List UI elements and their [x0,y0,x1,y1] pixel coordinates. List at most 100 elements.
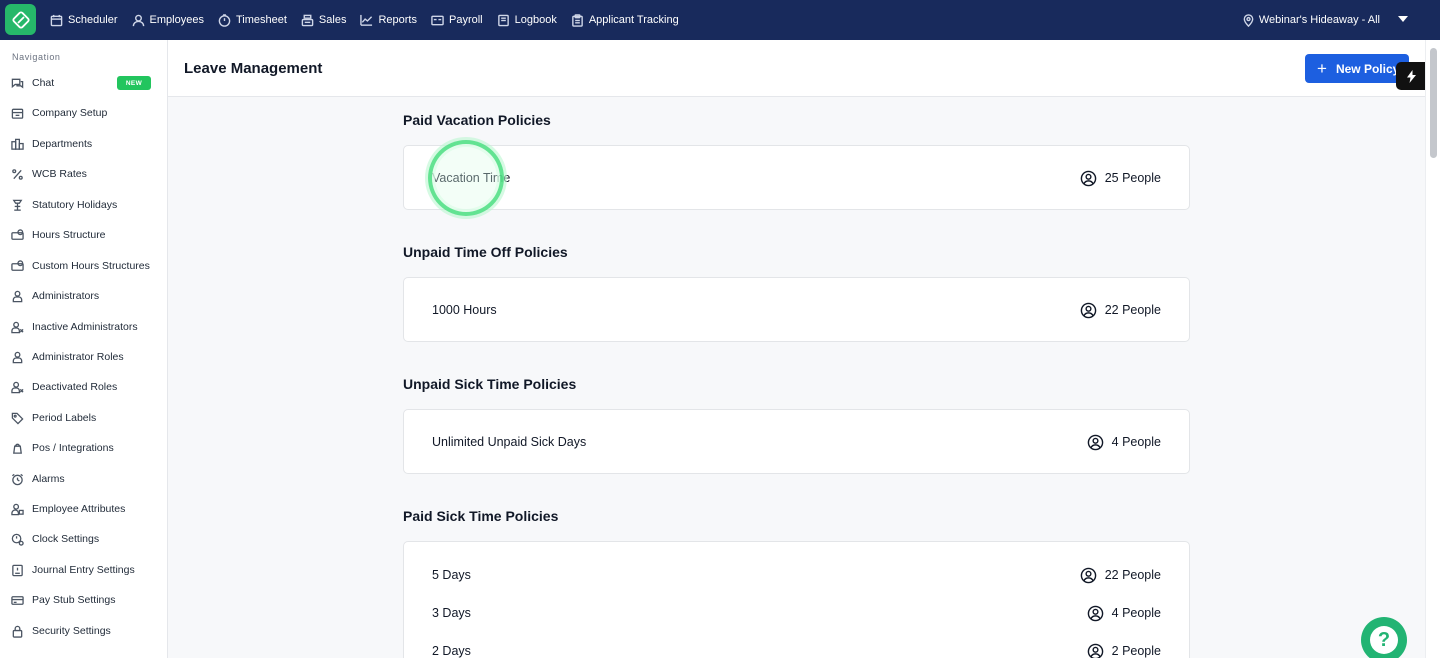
sidebar-item-administrator-roles[interactable]: Administrator Roles [0,343,167,371]
user-circle-icon [1080,170,1096,186]
nav-label: Scheduler [68,14,118,26]
sidebar-item-label: Journal Entry Settings [32,564,135,576]
departments-icon [11,138,24,150]
policy-row[interactable]: 3 Days 4 People [404,594,1189,632]
attributes-icon [11,503,24,515]
sidebar: Navigation Chat NEW Company Setup Depart… [0,40,168,658]
nav-scheduler[interactable]: Scheduler [50,0,118,40]
policy-name: Unlimited Unpaid Sick Days [432,435,587,449]
nav-label: Timesheet [235,14,287,26]
sidebar-title: Navigation [12,52,61,62]
sidebar-item-administrators[interactable]: Administrators [0,282,167,310]
custom-hours-icon [11,259,24,271]
nav-employees[interactable]: Employees [132,0,204,40]
lightning-icon[interactable] [1396,62,1426,90]
sidebar-item-label: Pay Stub Settings [32,594,116,606]
new-policy-button[interactable]: + New Policy [1305,54,1409,83]
main-nav: Scheduler Employees Timesheet Sales Repo… [50,0,693,40]
nav-timesheet[interactable]: Timesheet [218,0,287,40]
sidebar-item-label: Company Setup [32,107,108,119]
location-selector[interactable]: Webinar's Hideaway - All [1242,0,1408,40]
policy-row[interactable]: 2 Days 2 People [404,632,1189,658]
nav-label: Employees [149,14,204,26]
integration-icon [13,443,22,454]
sidebar-item-hours-structure[interactable]: Hours Structure [0,221,167,249]
nav-sales[interactable]: Sales [301,0,346,40]
sidebar-item-deactivated-roles[interactable]: Deactivated Roles [0,373,167,401]
plus-icon: + [1317,59,1327,78]
section-title-unpaid-time-off: Unpaid Time Off Policies [403,244,568,260]
sidebar-item-label: Departments [32,138,93,150]
policy-row[interactable]: Vacation Time 25 People [404,159,1189,197]
nav-applicant-tracking[interactable]: Applicant Tracking [571,0,679,40]
people-count: 22 People [1080,302,1161,319]
section-title-paid-vacation: Paid Vacation Policies [403,112,551,128]
sidebar-item-label: Custom Hours Structures [32,260,150,272]
policy-row[interactable]: 1000 Hours 22 People [404,291,1189,329]
deactivated-role-icon [11,381,24,393]
policy-name: 5 Days [432,568,471,582]
page-scrollbar[interactable] [1425,40,1440,658]
nav-logbook[interactable]: Logbook [497,0,557,40]
sidebar-item-period-labels[interactable]: Period Labels [0,404,167,432]
page-title: Leave Management [184,60,323,77]
register-icon [301,14,314,26]
policy-row[interactable]: Unlimited Unpaid Sick Days 4 People [404,423,1189,461]
payroll-icon [431,15,444,25]
user-circle-icon [1087,643,1103,658]
map-pin-icon [1243,13,1254,27]
user-circle-icon [1080,567,1096,583]
sidebar-item-journal-entry-settings[interactable]: Journal Entry Settings [0,556,167,584]
app-logo[interactable] [5,4,36,35]
admin-icon [12,290,23,302]
sidebar-item-pos-integrations[interactable]: Pos / Integrations [0,434,167,462]
sidebar-item-label: WCB Rates [32,168,87,180]
nav-payroll[interactable]: Payroll [431,0,483,40]
sidebar-item-statutory-holidays[interactable]: Statutory Holidays [0,191,167,219]
sidebar-item-label: Statutory Holidays [32,199,118,211]
logo-icon [11,10,30,29]
main-content: Paid Vacation Policies Vacation Time 25 … [168,97,1425,658]
user-circle-icon [1087,434,1103,450]
chevron-down-icon[interactable] [1398,16,1408,22]
sidebar-item-label: Employee Attributes [32,503,126,515]
scrollbar-thumb[interactable] [1430,48,1437,158]
sidebar-item-inactive-administrators[interactable]: Inactive Administrators [0,313,167,341]
sidebar-item-alarms[interactable]: Alarms [0,465,167,493]
policy-name: 1000 Hours [432,303,497,317]
people-count: 2 People [1087,643,1161,658]
people-count-label: 2 People [1111,644,1161,658]
sidebar-item-departments[interactable]: Departments [0,130,167,158]
sidebar-item-custom-hours-structures[interactable]: Custom Hours Structures [0,252,167,280]
sidebar-item-employee-attributes[interactable]: Employee Attributes [0,495,167,523]
sidebar-item-label: Inactive Administrators [32,321,138,333]
sidebar-item-pay-stub-settings[interactable]: Pay Stub Settings [0,586,167,614]
calendar-icon [50,14,63,26]
section-title-paid-sick-time: Paid Sick Time Policies [403,508,559,524]
clipboard-icon [571,13,583,27]
user-icon [132,14,144,26]
holiday-icon [12,199,23,211]
people-count-label: 4 People [1111,435,1161,449]
sidebar-item-chat[interactable]: Chat NEW [0,69,167,97]
help-button[interactable]: ? [1361,617,1407,658]
user-circle-icon [1080,302,1096,318]
people-count-label: 22 People [1104,568,1161,582]
book-icon [497,14,509,26]
policy-card-paid-vacation: Vacation Time 25 People [403,145,1190,210]
chart-icon [360,14,373,26]
nav-label: Logbook [514,14,557,26]
sidebar-item-company-setup[interactable]: Company Setup [0,99,167,127]
pay-stub-icon [11,595,24,605]
nav-label: Payroll [448,14,483,26]
sidebar-item-label: Hours Structure [32,229,106,241]
sidebar-item-wcb-rates[interactable]: WCB Rates [0,160,167,188]
sidebar-item-clock-settings[interactable]: Clock Settings [0,525,167,553]
nav-reports[interactable]: Reports [360,0,417,40]
policy-row[interactable]: 5 Days 22 People [404,556,1189,594]
people-count: 25 People [1080,170,1161,187]
question-mark-icon: ? [1370,626,1398,654]
page-header: Leave Management + New Policy [168,40,1425,97]
inactive-admin-icon [11,321,24,333]
sidebar-item-security-settings[interactable]: Security Settings [0,617,167,645]
